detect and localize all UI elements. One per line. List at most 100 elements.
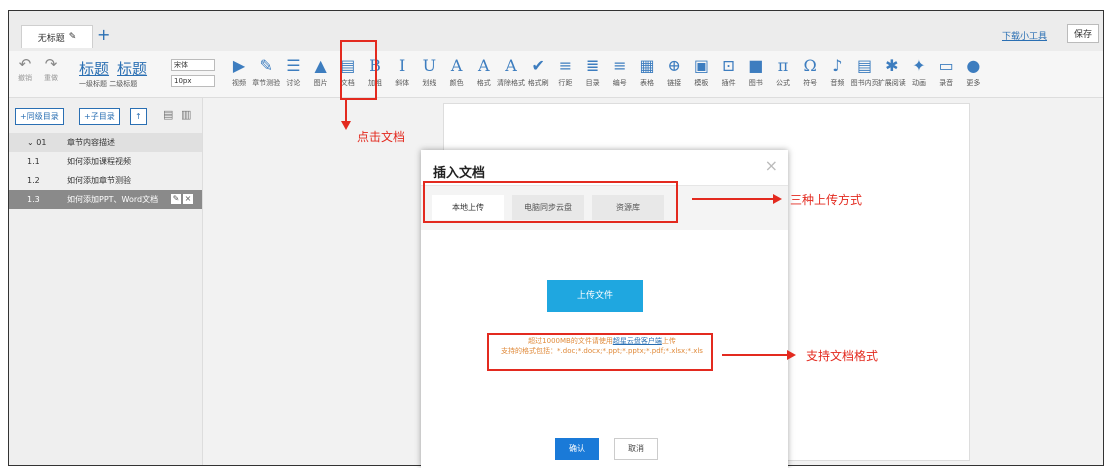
add-subchapter-button[interactable]: +子目录 (79, 108, 120, 125)
toolbar-tool[interactable]: π 公式 (769, 54, 797, 88)
move-up-button[interactable]: ↑ (130, 108, 147, 125)
toolbar-tool[interactable]: ♪ 音频 (823, 54, 851, 88)
section-title: 如何添加课程视频 (67, 157, 131, 166)
section-title: 如何添加章节测验 (67, 176, 131, 185)
editor-toolbar: ↶ 撤销 ↷ 重做 标题 标题 一级标题 二级标题 宋体 10px ▶ 视频 ✎ 章节测验 ☰… (9, 51, 1103, 98)
tool-icon: ▭ (938, 56, 954, 75)
tool-icon: U (422, 56, 437, 75)
tool-icon: ⊡ (721, 56, 736, 75)
tool-icon: A (478, 56, 490, 75)
tool-label: 斜体 (395, 79, 410, 87)
toolbar-tool[interactable]: ⊕ 链接 (660, 54, 688, 88)
heading-styles[interactable]: 标题 标题 一级标题 二级标题 (79, 58, 147, 89)
toolbar-tool[interactable]: Ω 符号 (796, 54, 824, 88)
tool-label: 编号 (612, 79, 627, 87)
add-chapter-button[interactable]: +同级目录 (15, 108, 64, 125)
upload-file-button[interactable]: 上传文件 (547, 280, 643, 312)
toolbar-tool[interactable]: ⊡ 插件 (715, 54, 743, 88)
sidebar-item-section[interactable]: 1.1 如何添加课程视频 (9, 152, 202, 171)
tool-label: 动画 (912, 79, 926, 87)
toolbar-tool[interactable]: ▭ 录音 (932, 54, 960, 88)
toolbar-tool[interactable]: ≡ 行距 (551, 54, 579, 88)
tool-icon: π (777, 56, 789, 75)
toolbar-tool[interactable]: ▣ 模板 (687, 54, 715, 88)
annotation-three-ways: 三种上传方式 (790, 193, 863, 207)
sidebar-item-chapter[interactable]: ⌄ 01 章节内容描述 (9, 133, 202, 152)
annotation-formats: 支持文档格式 (806, 349, 879, 363)
heading-levels: 一级标题 二级标题 (79, 80, 138, 88)
font-family-select[interactable]: 宋体 (171, 59, 215, 71)
tool-icon: ▤ (857, 56, 873, 75)
tool-label: 音频 (830, 79, 845, 87)
confirm-button[interactable]: 确认 (555, 438, 599, 460)
toolbar-tool[interactable]: ✎ 章节测验 (252, 54, 280, 88)
document-tab[interactable]: 无标题 ✎ (21, 25, 93, 48)
tool-label: 格式刷 (527, 79, 549, 87)
import-icon[interactable]: ▤ (163, 108, 173, 121)
tabs-highlight (423, 181, 678, 223)
chapter-sidebar: +同级目录 +子目录 ↑ ▤ ▥ ⌄ 01 章节内容描述 1.1 如何添加课程视频 … (9, 98, 203, 465)
section-number: 1.2 (27, 176, 40, 185)
tool-label: 颜色 (449, 79, 464, 87)
tool-label: 图片 (313, 79, 328, 87)
tool-label: 讨论 (286, 79, 301, 87)
tool-label: 章节测验 (252, 79, 281, 87)
tool-icon: ▣ (693, 56, 709, 75)
formats-highlight (487, 333, 713, 371)
chapter-title: 章节内容描述 (67, 138, 115, 147)
tool-icon: ■ (748, 56, 764, 75)
edit-icon[interactable]: ✎ (171, 194, 181, 204)
pencil-icon[interactable]: ✎ (69, 32, 77, 42)
tool-icon: ♪ (832, 56, 843, 75)
tool-label: 行距 (558, 79, 573, 87)
tool-label: 插件 (721, 79, 736, 87)
toolbar-tool[interactable]: A 格式 (470, 54, 498, 88)
close-icon[interactable]: × (765, 156, 778, 175)
add-tab-button[interactable]: + (97, 25, 110, 44)
tool-icon: A (505, 56, 517, 75)
annotation-click-doc: 点击文档 (357, 130, 406, 144)
tool-label: 链接 (667, 79, 682, 87)
tool-label: 扩展阅读 (877, 79, 906, 87)
toolbar-tool[interactable]: U 划线 (415, 54, 443, 88)
tab-bar: 无标题 ✎ + 下载小工具 保存 (9, 11, 1103, 52)
toolbar-tool[interactable]: ■ 图书 (742, 54, 770, 88)
toolbar-tool[interactable]: ✱ 扩展阅读 (878, 54, 906, 88)
toolbar-tool[interactable]: ▤ 图书内页 (851, 54, 879, 88)
font-size-select[interactable]: 10px (171, 75, 215, 87)
heading-style-2[interactable]: 标题 (117, 60, 147, 78)
tool-icon: I (399, 56, 406, 75)
tool-label: 更多 (966, 79, 981, 87)
toolbar-tool[interactable]: A 颜色 (443, 54, 471, 88)
toolbar-tool[interactable]: ▲ 图片 (307, 54, 335, 88)
toolbar-tool[interactable]: ✦ 动画 (905, 54, 933, 88)
sidebar-item-section-selected[interactable]: 1.3 如何添加PPT、Word文档 ✎ × (9, 190, 202, 209)
tool-icon: ⊕ (667, 56, 681, 75)
tool-icon: ▲ (314, 56, 327, 75)
toolbar-tool[interactable]: I 斜体 (388, 54, 416, 88)
download-tool-link[interactable]: 下载小工具 (1002, 29, 1047, 42)
redo-label: 重做 (44, 74, 58, 82)
toolbar-tool[interactable]: ≣ 目录 (579, 54, 607, 88)
toolbar-tool[interactable]: ● 更多 (959, 54, 987, 88)
toolbar-tool[interactable]: ▦ 表格 (633, 54, 661, 88)
tool-label: 录音 (939, 79, 954, 87)
toolbar-tool[interactable]: A 清除格式 (497, 54, 525, 88)
toolbar-tool[interactable]: ▶ 视频 (225, 54, 253, 88)
tool-label: 图书内页 (850, 79, 879, 87)
sidebar-item-section[interactable]: 1.2 如何添加章节测验 (9, 171, 202, 190)
cancel-button[interactable]: 取消 (614, 438, 658, 460)
toolbar-tool[interactable]: ✔ 格式刷 (524, 54, 552, 88)
arrow-down-icon (341, 100, 351, 130)
arrow-right-icon (722, 350, 796, 360)
preview-icon[interactable]: ▥ (181, 108, 191, 121)
undo-button[interactable]: ↶ 撤销 (15, 55, 35, 83)
toolbar-tool[interactable]: ☰ 讨论 (279, 54, 307, 88)
tool-icon: ≣ (585, 56, 600, 75)
document-tab-title: 无标题 (37, 33, 65, 44)
save-button[interactable]: 保存 (1066, 24, 1099, 43)
toolbar-tool[interactable]: ≡ 编号 (606, 54, 634, 88)
delete-icon[interactable]: × (183, 194, 193, 204)
heading-style-1[interactable]: 标题 (79, 60, 109, 78)
redo-button[interactable]: ↷ 重做 (41, 55, 61, 83)
